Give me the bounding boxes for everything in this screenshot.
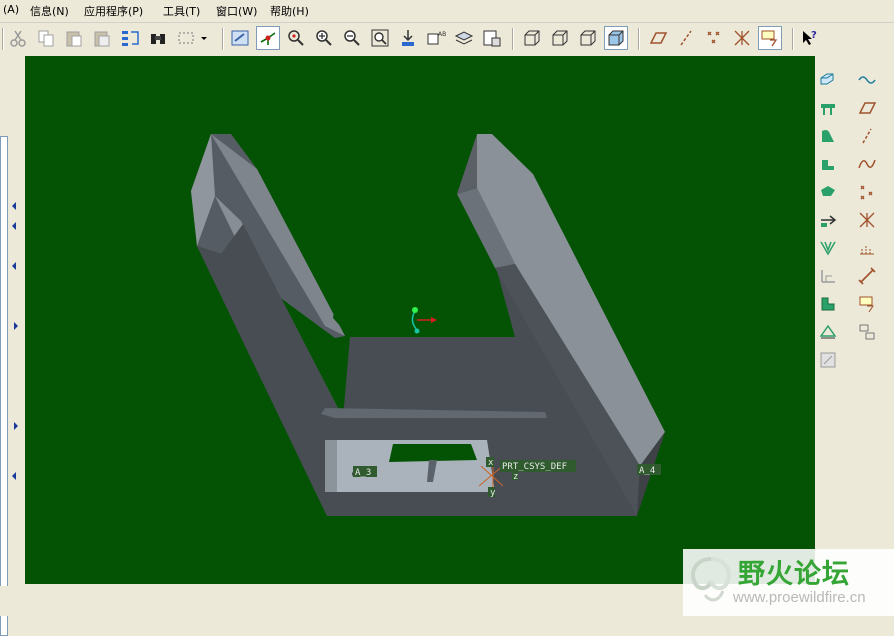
menu-help[interactable]: 帮助(H) xyxy=(270,3,309,19)
datum-axes-icon[interactable] xyxy=(674,26,698,50)
mirror-icon[interactable] xyxy=(855,320,879,344)
style-icon[interactable] xyxy=(816,124,840,148)
reorient-icon[interactable] xyxy=(396,26,420,50)
chamfer-icon[interactable] xyxy=(855,264,879,288)
datum-point-tool-icon[interactable] xyxy=(816,180,840,204)
hole-icon[interactable] xyxy=(855,292,879,316)
csys-label: PRT_CSYS_DEF xyxy=(502,462,567,472)
dropdown-icon[interactable] xyxy=(198,26,210,50)
analysis-icon[interactable] xyxy=(855,208,879,232)
copy-icon[interactable] xyxy=(34,26,58,50)
menu-tools[interactable]: 工具(T) xyxy=(163,3,200,19)
axis-a3-label: A_3 xyxy=(355,468,371,478)
csys-z-label: z xyxy=(513,472,518,482)
datum-axis-tool-icon[interactable] xyxy=(855,152,879,176)
wireframe-icon[interactable] xyxy=(520,26,544,50)
cut-icon[interactable] xyxy=(6,26,30,50)
graphics-window[interactable]: x y z PRT_CSYS_DEF A_3 A_4 xyxy=(25,56,815,584)
variable-section-sweep-icon[interactable] xyxy=(816,96,840,120)
view-manager-icon[interactable] xyxy=(480,26,504,50)
main-toolbar: AB ? xyxy=(0,23,894,55)
boundary-blend-icon[interactable] xyxy=(855,96,879,120)
datum-points-icon[interactable] xyxy=(702,26,726,50)
select-box-icon[interactable] xyxy=(174,26,198,50)
hidden-line-icon[interactable] xyxy=(548,26,572,50)
datum-planes-icon[interactable] xyxy=(646,26,670,50)
menu-info[interactable]: 信息(N) xyxy=(30,3,69,19)
spin-center-icon[interactable] xyxy=(256,26,280,50)
paste-special-icon[interactable] xyxy=(90,26,114,50)
merge-icon[interactable] xyxy=(816,348,840,372)
watermark: 野火论坛 www.proewildfire.cn xyxy=(683,549,894,616)
menu-analysis[interactable]: (A) xyxy=(3,3,19,16)
saved-views-icon[interactable]: AB xyxy=(424,26,448,50)
layers-icon[interactable] xyxy=(452,26,476,50)
csys-y-label: y xyxy=(490,488,496,498)
menu-window[interactable]: 窗口(W) xyxy=(216,3,257,19)
coordinate-systems-icon[interactable] xyxy=(730,26,754,50)
extrude-icon[interactable] xyxy=(816,68,840,92)
csys-x-label: x xyxy=(488,458,494,468)
svg-text:AB: AB xyxy=(438,31,446,38)
annotations-icon[interactable] xyxy=(758,26,782,50)
round-icon[interactable] xyxy=(816,264,840,288)
sketched-curve-icon[interactable] xyxy=(855,124,879,148)
zoom-out-icon[interactable] xyxy=(340,26,364,50)
watermark-title: 野火论坛 xyxy=(738,559,850,590)
context-help-icon[interactable]: ? xyxy=(798,26,822,50)
repaint-icon[interactable] xyxy=(228,26,252,50)
menu-bar: (A) 信息(N) 应用程序(P) 工具(T) 窗口(W) 帮助(H) xyxy=(0,0,894,23)
revolve-icon[interactable] xyxy=(855,68,879,92)
orient-mode-icon[interactable] xyxy=(284,26,308,50)
refit-icon[interactable] xyxy=(368,26,392,50)
pattern-icon[interactable] xyxy=(816,320,840,344)
watermark-url: www.proewildfire.cn xyxy=(733,589,866,606)
datum-plane-tool-icon[interactable] xyxy=(816,152,840,176)
no-hidden-icon[interactable] xyxy=(576,26,600,50)
shading-icon[interactable] xyxy=(604,26,628,50)
forum-logo-icon xyxy=(691,557,731,602)
model-tree-panel[interactable] xyxy=(0,136,8,636)
part-right-wall-inner xyxy=(457,134,477,194)
axis-a4-label: A_4 xyxy=(639,466,655,476)
feature-toolbar xyxy=(815,56,894,586)
paste-icon[interactable] xyxy=(62,26,86,50)
svg-text:?: ? xyxy=(811,30,817,41)
draft-icon[interactable] xyxy=(855,236,879,260)
shell-icon[interactable] xyxy=(816,292,840,316)
menu-applications[interactable]: 应用程序(P) xyxy=(84,3,143,19)
datum-curve-icon[interactable] xyxy=(816,208,840,232)
part-pocket-slot xyxy=(389,444,477,462)
part-cutout xyxy=(333,296,515,337)
navigator-strip xyxy=(0,56,24,636)
regenerate-icon[interactable] xyxy=(118,26,142,50)
datum-csys-tool-icon[interactable] xyxy=(855,180,879,204)
zoom-in-icon[interactable] xyxy=(312,26,336,50)
navigator-sash[interactable] xyxy=(10,196,20,496)
rib-icon[interactable] xyxy=(816,236,840,260)
find-icon[interactable] xyxy=(146,26,170,50)
